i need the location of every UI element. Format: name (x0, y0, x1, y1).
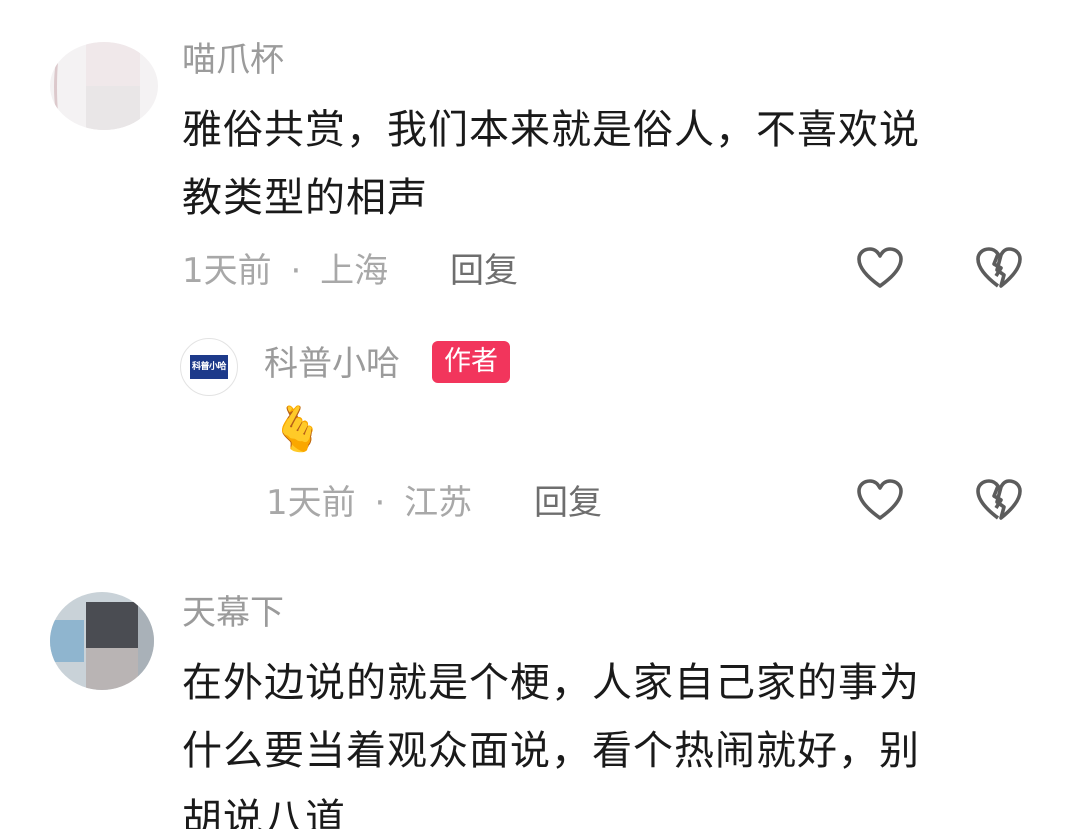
avatar[interactable] (50, 592, 154, 690)
comment-text-line: 胡说八道 (182, 796, 346, 829)
reply-button[interactable]: 回复 (534, 483, 602, 523)
reply-location: 江苏 (404, 483, 473, 523)
comment-username[interactable]: 天幕下 (182, 593, 284, 633)
comment-text-line: 教类型的相声 (182, 175, 428, 221)
author-logo: 科普小哈 (190, 355, 228, 379)
broken-heart-icon[interactable] (974, 244, 1024, 294)
heart-outline-icon[interactable] (855, 244, 905, 294)
author-badge: 作者 (432, 341, 510, 383)
comment-text: 雅俗共赏，我们本来就是俗人，不喜欢说 教类型的相声 (182, 96, 1012, 232)
comment-text: 在外边说的就是个梗，人家自己家的事为 什么要当着观众面说，看个热闹就好，别 胡说… (182, 649, 1012, 829)
heart-outline-icon[interactable] (855, 476, 905, 526)
comment-username[interactable]: 喵爪杯 (182, 40, 284, 80)
comment-time: 1天前 (182, 251, 272, 291)
comment-text-line: 在外边说的就是个梗，人家自己家的事为 (182, 660, 920, 706)
comment-location: 上海 (320, 251, 389, 291)
comment-meta: 1天前 · 上海 (182, 251, 388, 291)
comment-list: 喵爪杯 雅俗共赏，我们本来就是俗人，不喜欢说 教类型的相声 1天前 · 上海 回… (0, 0, 1080, 829)
avatar[interactable] (50, 42, 158, 130)
reply-button[interactable]: 回复 (450, 251, 518, 291)
comment-text-line: 雅俗共赏，我们本来就是俗人，不喜欢说 (182, 107, 920, 153)
reply-time: 1天前 (266, 483, 356, 523)
broken-heart-icon[interactable] (974, 476, 1024, 526)
meta-separator: · (374, 483, 386, 523)
reply-meta: 1天前 · 江苏 (266, 483, 472, 523)
reply-emoji: 🫰 (270, 404, 325, 455)
author-avatar[interactable]: 科普小哈 (180, 338, 238, 396)
meta-separator: · (290, 251, 302, 291)
comment-text-line: 什么要当着观众面说，看个热闹就好，别 (182, 728, 920, 774)
reply-username[interactable]: 科普小哈 (264, 344, 400, 384)
